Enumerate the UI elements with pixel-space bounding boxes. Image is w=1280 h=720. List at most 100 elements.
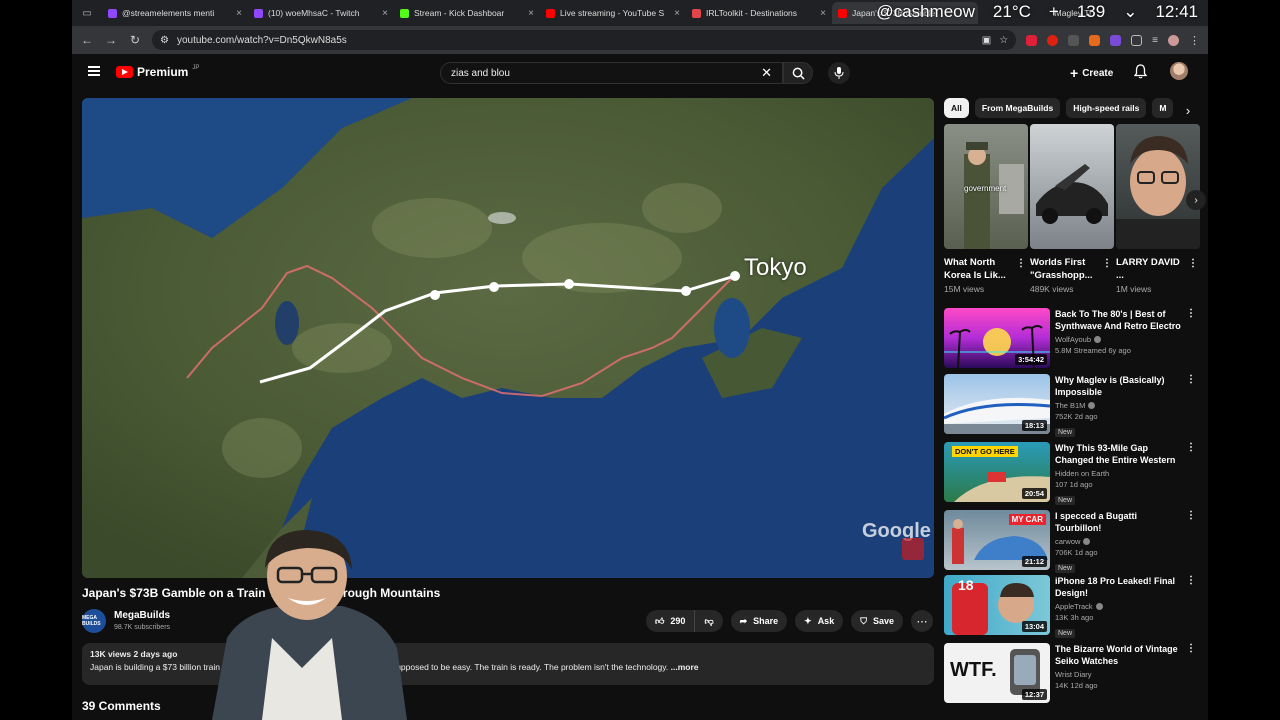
short-item[interactable]: government What North Korea Is Lik... 15… [944, 124, 1028, 294]
short-menu-icon[interactable]: ⋮ [1188, 258, 1198, 269]
video-meta: 5.8M Streamed 6y ago [1055, 346, 1131, 355]
short-menu-icon[interactable]: ⋮ [1102, 258, 1112, 269]
twitch-favicon-icon [108, 8, 117, 18]
puzzle-icon[interactable] [1131, 34, 1143, 46]
chip-more[interactable]: M [1152, 98, 1174, 118]
extension-icon[interactable] [1047, 34, 1059, 46]
video-menu-icon[interactable]: ⋮ [1186, 374, 1196, 385]
save-button[interactable]: ⛉ Save [851, 610, 903, 632]
recommended-video[interactable]: 3:54:42 Back To The 80's | Best of Synth… [944, 308, 1200, 370]
extensions-bar: ≡ ⋮ [1026, 34, 1200, 47]
channel-label: WolfAyoub [1055, 335, 1091, 344]
forward-icon[interactable]: → [104, 33, 118, 47]
video-meta: 107 1d ago [1055, 480, 1093, 489]
recommended-video[interactable]: 18:13 Why Maglev is (Basically) Impossib… [944, 374, 1200, 437]
video-title: Back To The 80's | Best of Synthwave And… [1055, 309, 1181, 331]
video-player[interactable]: Tokyo Google [82, 98, 934, 578]
video-channel: carwow [1055, 537, 1183, 546]
tab-list-icon[interactable]: ≡ [1152, 35, 1158, 46]
overlay-count: 139 [1076, 2, 1106, 21]
browser-tab[interactable]: @streamelements menti × [102, 2, 248, 24]
back-icon[interactable]: ← [80, 33, 94, 47]
bookmark-star-icon[interactable]: ☆ [999, 35, 1008, 46]
video-channel: Hidden on Earth [1055, 469, 1183, 478]
channel-avatar[interactable]: MEGA BUILDS [82, 609, 106, 633]
description-more-link[interactable]: ...more [671, 662, 699, 672]
youtube-premium-logo[interactable]: Premium JP [116, 65, 199, 79]
search-query: zias and blou [451, 67, 510, 79]
video-menu-icon[interactable]: ⋮ [1186, 643, 1196, 654]
browser-tab[interactable]: Live streaming - YouTube S × [540, 2, 686, 24]
chip-all[interactable]: All [944, 98, 969, 118]
close-tab-icon[interactable]: × [382, 8, 388, 19]
youtube-logo-icon [116, 66, 133, 78]
video-menu-icon[interactable]: ⋮ [1186, 308, 1196, 319]
youtube-favicon-icon [838, 8, 847, 18]
like-button[interactable]: 👍︎ 290 [646, 610, 696, 632]
video-menu-icon[interactable]: ⋮ [1186, 575, 1196, 586]
hamburger-menu-icon[interactable] [88, 66, 100, 76]
recommended-video[interactable]: WTF. 12:37 The Bizarre World of Vintage … [944, 643, 1200, 705]
comments-header: 39 Comments [82, 699, 161, 713]
channel-name[interactable]: MegaBuilds [114, 610, 170, 621]
shorts-next-icon[interactable]: › [1186, 190, 1206, 210]
create-button[interactable]: + Create [1070, 63, 1113, 83]
dislike-button[interactable]: 👎︎ [695, 610, 723, 632]
close-tab-icon[interactable]: × [528, 8, 534, 19]
share-label: Share [753, 616, 779, 626]
close-tab-icon[interactable]: × [236, 8, 242, 19]
close-tab-icon[interactable]: × [820, 8, 826, 19]
kebab-menu-icon[interactable]: ⋮ [1189, 34, 1200, 47]
notifications-button[interactable] [1133, 64, 1148, 84]
video-info: The Bizarre World of Vintage Seiko Watch… [1055, 643, 1183, 690]
close-tab-icon[interactable]: × [674, 8, 680, 19]
browser-tab[interactable]: Stream - Kick Dashboar × [394, 2, 540, 24]
search-button[interactable] [783, 62, 813, 84]
kick-favicon-icon [400, 8, 409, 18]
short-menu-icon[interactable]: ⋮ [1016, 258, 1026, 269]
video-actions: 👍︎ 290 👎︎ ➦ Share ✦ Ask ⛉ Save ⋯ [646, 610, 933, 632]
extension-icon[interactable] [1068, 34, 1080, 46]
extension-icon[interactable] [1110, 34, 1122, 46]
verified-icon [1095, 603, 1103, 610]
extension-icon[interactable] [1089, 34, 1101, 46]
chip-from-channel[interactable]: From MegaBuilds [974, 98, 1061, 118]
new-badge: New [1055, 629, 1076, 638]
extension-icon[interactable] [1026, 34, 1038, 46]
tab-search-icon[interactable]: ▭ [72, 2, 102, 24]
more-actions-icon[interactable]: ⋯ [911, 610, 933, 632]
voice-search-button[interactable] [828, 62, 850, 84]
short-item[interactable]: LARRY DAVID ... 1M views ⋮ [1116, 124, 1200, 294]
site-info-icon[interactable]: ⚙ [160, 35, 169, 46]
chevron-down-icon: ⌄ [1123, 2, 1138, 21]
chip-high-speed-rails[interactable]: High-speed rails [1066, 98, 1147, 118]
recommended-video[interactable]: 18 13:04 iPhone 18 Pro Leaked! Final Des… [944, 575, 1200, 638]
profile-icon[interactable] [1168, 34, 1179, 46]
recommended-video[interactable]: MY CAR 21:12 I specced a Bugatti Tourbil… [944, 510, 1200, 573]
map-video-frame [82, 98, 934, 578]
video-channel: The B1M [1055, 401, 1183, 410]
video-menu-icon[interactable]: ⋮ [1186, 442, 1196, 453]
video-thumbnail: 18 13:04 [944, 575, 1050, 635]
clear-search-icon[interactable]: ✕ [761, 65, 772, 81]
video-menu-icon[interactable]: ⋮ [1186, 510, 1196, 521]
url-field[interactable]: ⚙ youtube.com/watch?v=Dn5QkwN8a5s ▣ ☆ [152, 30, 1017, 50]
channel-watermark-icon[interactable] [902, 538, 924, 560]
webcam-overlay [212, 530, 407, 720]
account-avatar[interactable] [1170, 62, 1188, 80]
browser-tab[interactable]: (10) woeMhsaC - Twitch × [248, 2, 394, 24]
short-item[interactable]: Worlds First "Grasshopp... 489K views ⋮ [1030, 124, 1114, 294]
recommended-video[interactable]: DON'T GO HERE 20:54 Why This 93-Mile Gap… [944, 442, 1200, 505]
shorts-shelf: government What North Korea Is Lik... 15… [944, 124, 1200, 300]
search-input[interactable]: zias and blou ✕ [440, 62, 783, 84]
short-thumbnail: government [944, 124, 1028, 249]
cast-icon[interactable]: ▣ [982, 35, 991, 46]
reload-icon[interactable]: ↻ [128, 33, 142, 47]
video-duration: 3:54:42 [1015, 354, 1047, 365]
chevron-right-icon[interactable]: › [1178, 100, 1198, 120]
share-button[interactable]: ➦ Share [730, 610, 788, 632]
channel-label: AppleTrack [1055, 602, 1093, 611]
channel-label: carwow [1055, 537, 1081, 546]
ask-button[interactable]: ✦ Ask [795, 610, 844, 632]
browser-tab[interactable]: IRLToolkit - Destinations × [686, 2, 832, 24]
